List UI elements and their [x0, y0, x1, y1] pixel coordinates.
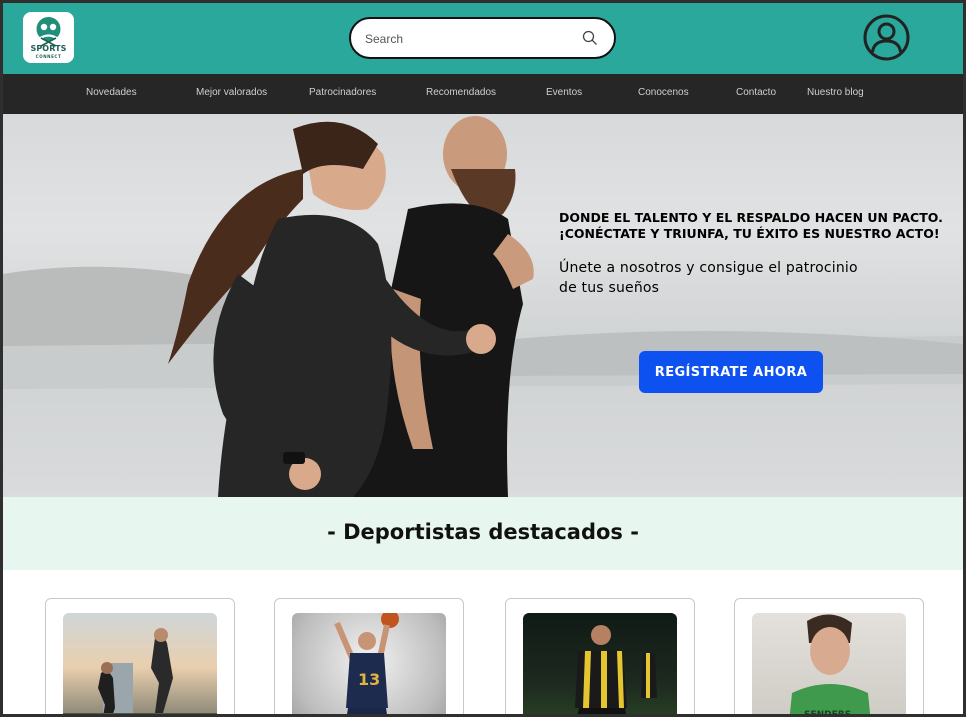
basketball-illustration: 13	[334, 613, 399, 714]
hero-subline-line-1: Únete a nosotros y consigue el patrocini…	[559, 260, 858, 276]
svg-text:13: 13	[358, 670, 380, 689]
athlete-card[interactable]	[505, 598, 695, 714]
athlete-portrait-photo: SENDERS	[752, 613, 906, 714]
hero-tagline-line-2: ¡CONÉCTATE Y TRIUNFA, TU ÉXITO ES NUESTR…	[559, 226, 940, 241]
page: SPORTS CONNECT Novedades Mejor valorados…	[3, 3, 963, 714]
nav-item-novedades[interactable]: Novedades	[86, 87, 137, 98]
runners-illustration	[63, 628, 217, 714]
nav-item-recomendados[interactable]: Recomendados	[426, 87, 496, 98]
athlete-card[interactable]: SENDERS	[734, 598, 924, 714]
user-avatar-icon[interactable]	[863, 14, 910, 61]
basketball-player-photo: 13	[292, 613, 446, 714]
athlete-card[interactable]	[45, 598, 235, 714]
hero-tagline-line-1: DONDE EL TALENTO Y EL RESPALDO HACEN UN …	[559, 210, 943, 225]
main-nav: Novedades Mejor valorados Patrocinadores…	[3, 74, 963, 114]
nav-item-patrocinadores[interactable]: Patrocinadores	[309, 87, 376, 98]
nav-item-eventos[interactable]: Eventos	[546, 87, 582, 98]
featured-athletes-title: - Deportistas destacados -	[327, 520, 639, 544]
header-bar: SPORTS CONNECT	[3, 3, 963, 74]
hero-subline: Únete a nosotros y consigue el patrocini…	[559, 258, 959, 298]
search-input[interactable]	[365, 29, 565, 49]
hero-subline-line-2: de tus sueños	[559, 280, 660, 296]
runners-photo	[63, 613, 217, 714]
nav-item-conocenos[interactable]: Conocenos	[638, 87, 689, 98]
logo-title: SPORTS	[30, 44, 67, 53]
soccer-illustration	[575, 625, 657, 714]
hero-text-block: DONDE EL TALENTO Y EL RESPALDO HACEN UN …	[559, 210, 959, 298]
athlete-card[interactable]: 13	[274, 598, 464, 714]
register-now-button[interactable]: REGÍSTRATE AHORA	[639, 351, 823, 393]
soccer-player-photo	[523, 613, 677, 714]
portrait-illustration: SENDERS	[789, 614, 871, 714]
hero-banner: DONDE EL TALENTO Y EL RESPALDO HACEN UN …	[3, 114, 963, 497]
search-box	[349, 17, 616, 59]
hero-runners-photo	[3, 116, 963, 497]
featured-athletes-header: - Deportistas destacados -	[3, 497, 963, 570]
nav-item-mejor-valorados[interactable]: Mejor valorados	[196, 87, 267, 98]
nav-item-contacto[interactable]: Contacto	[736, 87, 776, 98]
search-icon[interactable]	[582, 30, 598, 46]
logo-subtitle: CONNECT	[35, 54, 62, 59]
svg-text:SENDERS: SENDERS	[804, 710, 851, 714]
sports-connect-logo[interactable]: SPORTS CONNECT	[23, 12, 74, 63]
nav-item-nuestro-blog[interactable]: Nuestro blog	[807, 87, 864, 98]
